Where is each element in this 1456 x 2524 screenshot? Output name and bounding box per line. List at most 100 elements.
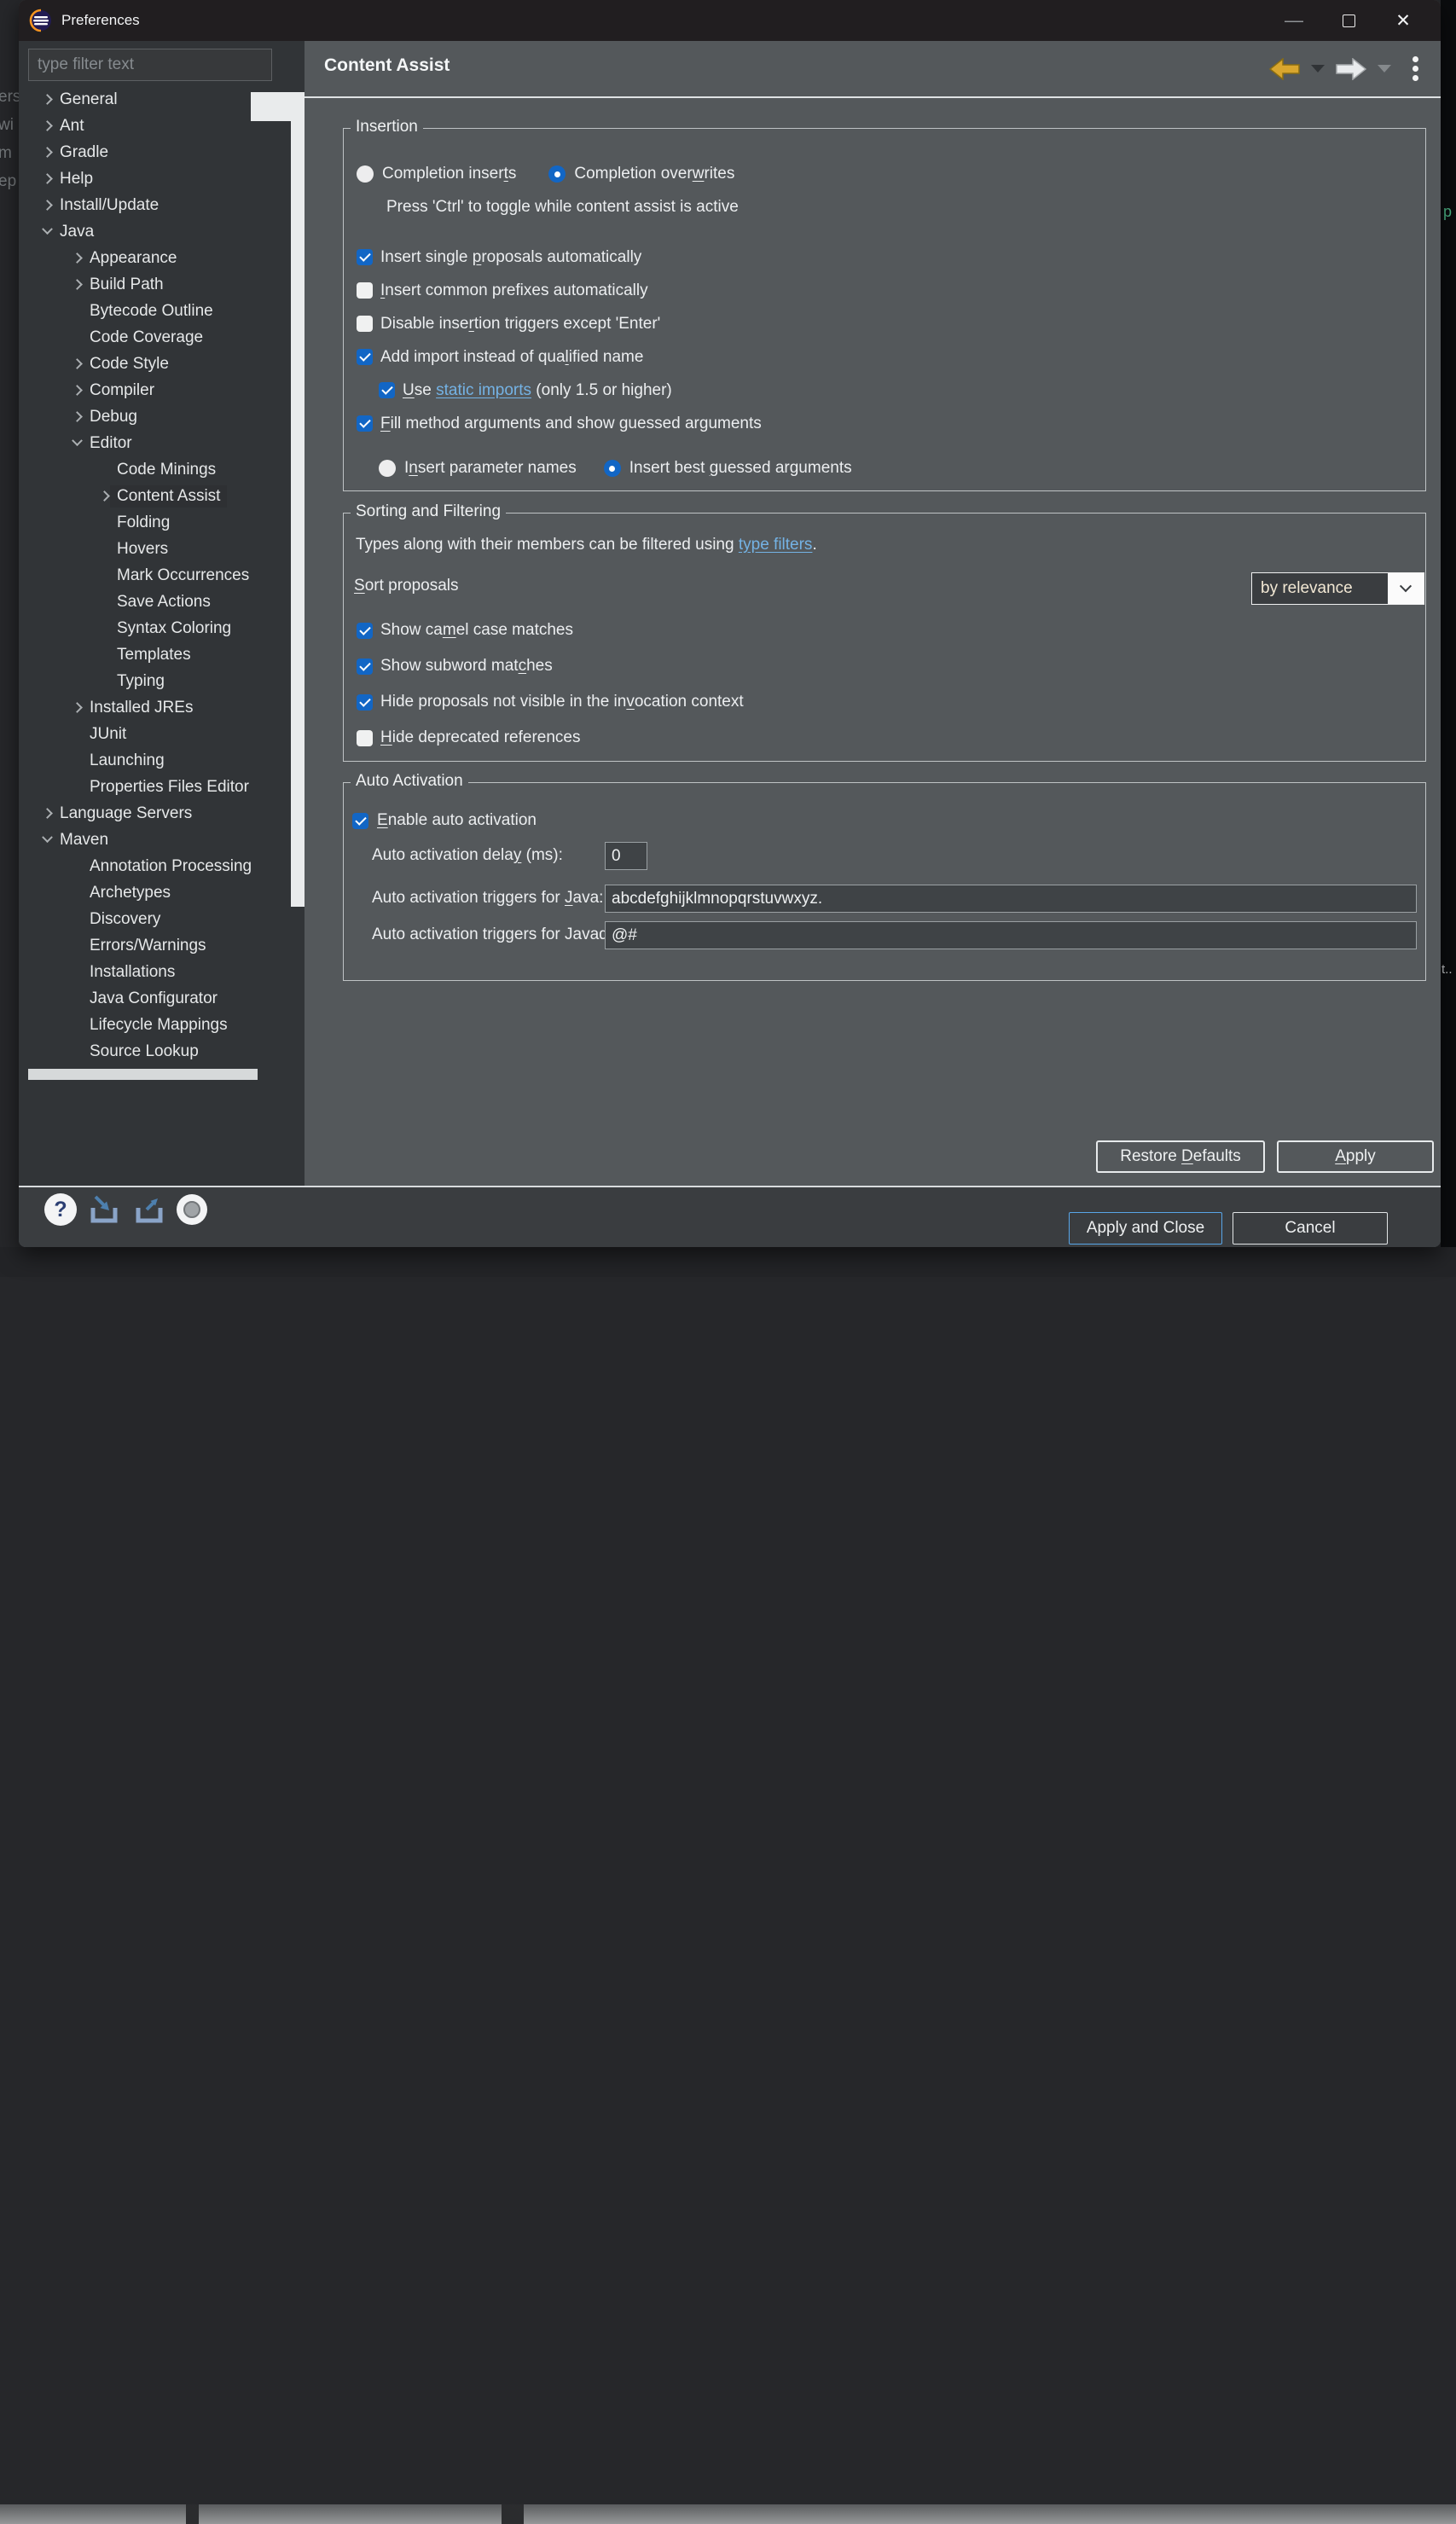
preference-recorder-icon[interactable] <box>177 1194 207 1225</box>
hide-proposals-checkbox[interactable] <box>357 694 373 711</box>
tree-item-discovery[interactable]: Discovery <box>19 906 290 932</box>
insert-common-prefixes-checkbox[interactable] <box>357 282 373 299</box>
chevron-right-icon[interactable] <box>42 173 53 184</box>
tree-item-lifecycle-mappings[interactable]: Lifecycle Mappings <box>19 1012 290 1038</box>
hide-deprecated-row[interactable]: Hide deprecated references <box>357 720 744 756</box>
back-arrow-button[interactable] <box>1269 58 1300 80</box>
insert-best-guessed-radio[interactable] <box>604 460 621 477</box>
chevron-down-icon[interactable] <box>42 223 53 235</box>
disable-insertion-triggers-checkbox[interactable] <box>357 316 373 332</box>
restore-defaults-button[interactable]: Restore Defaults <box>1096 1140 1265 1173</box>
chevron-right-icon[interactable] <box>42 94 53 105</box>
show-subword-matches-checkbox[interactable] <box>357 659 373 675</box>
show-camel-case-row[interactable]: Show camel case matches <box>357 612 744 648</box>
type-filters-link[interactable]: type filters <box>739 536 813 554</box>
chevron-right-icon[interactable] <box>72 279 83 290</box>
tree-item-language-servers[interactable]: Language Servers <box>19 800 290 827</box>
completion-inserts-radio[interactable] <box>357 165 374 183</box>
tree-item-installed-jres[interactable]: Installed JREs <box>19 694 290 721</box>
chevron-right-icon[interactable] <box>72 702 83 713</box>
tree-item-typing[interactable]: Typing <box>19 668 290 694</box>
tree-item-launching[interactable]: Launching <box>19 747 290 774</box>
auto-activation-javadoc-triggers-input[interactable] <box>605 921 1417 949</box>
enable-auto-activation-checkbox[interactable] <box>352 813 368 829</box>
insert-single-proposals-row[interactable]: Insert single proposals automatically <box>357 241 762 274</box>
auto-activation-java-triggers-input[interactable] <box>605 885 1417 913</box>
chevron-right-icon[interactable] <box>72 358 83 369</box>
tree-item-maven[interactable]: Maven <box>19 827 290 853</box>
tree-item-templates[interactable]: Templates <box>19 641 290 668</box>
tree-item-annotation-processing[interactable]: Annotation Processing <box>19 853 290 879</box>
insert-parameter-names-radio[interactable] <box>379 460 396 477</box>
tree-item-gradle[interactable]: Gradle <box>19 139 290 165</box>
tree-item-code-style[interactable]: Code Style <box>19 351 290 377</box>
dropdown-button[interactable] <box>1388 573 1424 604</box>
apply-button[interactable]: Apply <box>1277 1140 1434 1173</box>
tree-item-hovers[interactable]: Hovers <box>19 536 290 562</box>
tree-horizontal-scrollbar[interactable] <box>28 1069 258 1080</box>
chevron-right-icon[interactable] <box>99 490 110 502</box>
add-import-checkbox[interactable] <box>357 349 373 365</box>
show-subword-matches-row[interactable]: Show subword matches <box>357 648 744 684</box>
close-button[interactable]: ✕ <box>1376 0 1430 41</box>
tree-item-properties-files-editor[interactable]: Properties Files Editor <box>19 774 290 800</box>
chevron-right-icon[interactable] <box>72 252 83 264</box>
use-static-imports-row[interactable]: Use static imports (only 1.5 or higher) <box>357 374 762 407</box>
chevron-right-icon[interactable] <box>72 411 83 422</box>
minimize-button[interactable]: — <box>1267 0 1321 41</box>
tree-item-content-assist[interactable]: Content Assist <box>19 483 290 509</box>
tree-item-help[interactable]: Help <box>19 165 290 192</box>
tree-item-code-coverage[interactable]: Code Coverage <box>19 324 290 351</box>
tree-item-appearance[interactable]: Appearance <box>19 245 290 271</box>
completion-overwrites-radio[interactable] <box>548 165 566 183</box>
tree-item-junit[interactable]: JUnit <box>19 721 290 747</box>
tree-item-java-configurator[interactable]: Java Configurator <box>19 985 290 1012</box>
tree-item-errors-warnings[interactable]: Errors/Warnings <box>19 932 290 959</box>
tree-item-source-lookup[interactable]: Source Lookup <box>19 1038 290 1065</box>
use-static-imports-checkbox[interactable] <box>379 382 395 398</box>
tree-item-debug[interactable]: Debug <box>19 403 290 430</box>
hide-deprecated-checkbox[interactable] <box>357 730 373 746</box>
apply-and-close-button[interactable]: Apply and Close <box>1069 1212 1222 1245</box>
forward-history-dropdown-icon[interactable] <box>1378 65 1391 73</box>
sort-proposals-dropdown[interactable]: by relevance <box>1251 572 1424 605</box>
insert-single-proposals-checkbox[interactable] <box>357 249 373 265</box>
add-import-row[interactable]: Add import instead of qualified name <box>357 340 762 374</box>
tree-item-bytecode-outline[interactable]: Bytecode Outline <box>19 298 290 324</box>
tree-item-code-minings[interactable]: Code Minings <box>19 456 290 483</box>
tree-item-compiler[interactable]: Compiler <box>19 377 290 403</box>
tree-item-general[interactable]: General <box>19 86 290 113</box>
chevron-right-icon[interactable] <box>72 385 83 396</box>
tree-item-mark-occurrences[interactable]: Mark Occurrences <box>19 562 290 589</box>
chevron-right-icon[interactable] <box>42 200 53 211</box>
tree-item-build-path[interactable]: Build Path <box>19 271 290 298</box>
tree-item-ant[interactable]: Ant <box>19 113 290 139</box>
export-preferences-button[interactable] <box>131 1192 167 1227</box>
tree-item-installations[interactable]: Installations <box>19 959 290 985</box>
chevron-right-icon[interactable] <box>42 120 53 131</box>
cancel-button[interactable]: Cancel <box>1233 1212 1388 1245</box>
help-button[interactable]: ? <box>44 1193 77 1226</box>
tree-item-save-actions[interactable]: Save Actions <box>19 589 290 615</box>
back-history-dropdown-icon[interactable] <box>1311 65 1325 73</box>
show-camel-case-checkbox[interactable] <box>357 623 373 639</box>
disable-insertion-triggers-row[interactable]: Disable insertion triggers except 'Enter… <box>357 307 762 340</box>
import-preferences-button[interactable] <box>86 1192 122 1227</box>
insert-common-prefixes-row[interactable]: Insert common prefixes automatically <box>357 274 762 307</box>
chevron-right-icon[interactable] <box>42 147 53 158</box>
tree-vertical-scrollbar[interactable] <box>291 121 305 907</box>
titlebar[interactable]: Preferences — ✕ <box>19 0 1441 41</box>
tree-item-folding[interactable]: Folding <box>19 509 290 536</box>
tree-item-editor[interactable]: Editor <box>19 430 290 456</box>
maximize-button[interactable] <box>1321 0 1376 41</box>
fill-method-arguments-row[interactable]: Fill method arguments and show guessed a… <box>357 407 762 440</box>
forward-arrow-button[interactable] <box>1336 58 1366 80</box>
static-imports-link[interactable]: static imports <box>436 381 531 399</box>
tree-item-java[interactable]: Java <box>19 218 290 245</box>
chevron-down-icon[interactable] <box>42 832 53 843</box>
tree-item-archetypes[interactable]: Archetypes <box>19 879 290 906</box>
filter-input[interactable] <box>28 49 272 81</box>
view-menu-icon[interactable] <box>1412 56 1418 81</box>
tree-item-install-update[interactable]: Install/Update <box>19 192 290 218</box>
enable-auto-activation-row[interactable]: Enable auto activation <box>352 811 537 830</box>
